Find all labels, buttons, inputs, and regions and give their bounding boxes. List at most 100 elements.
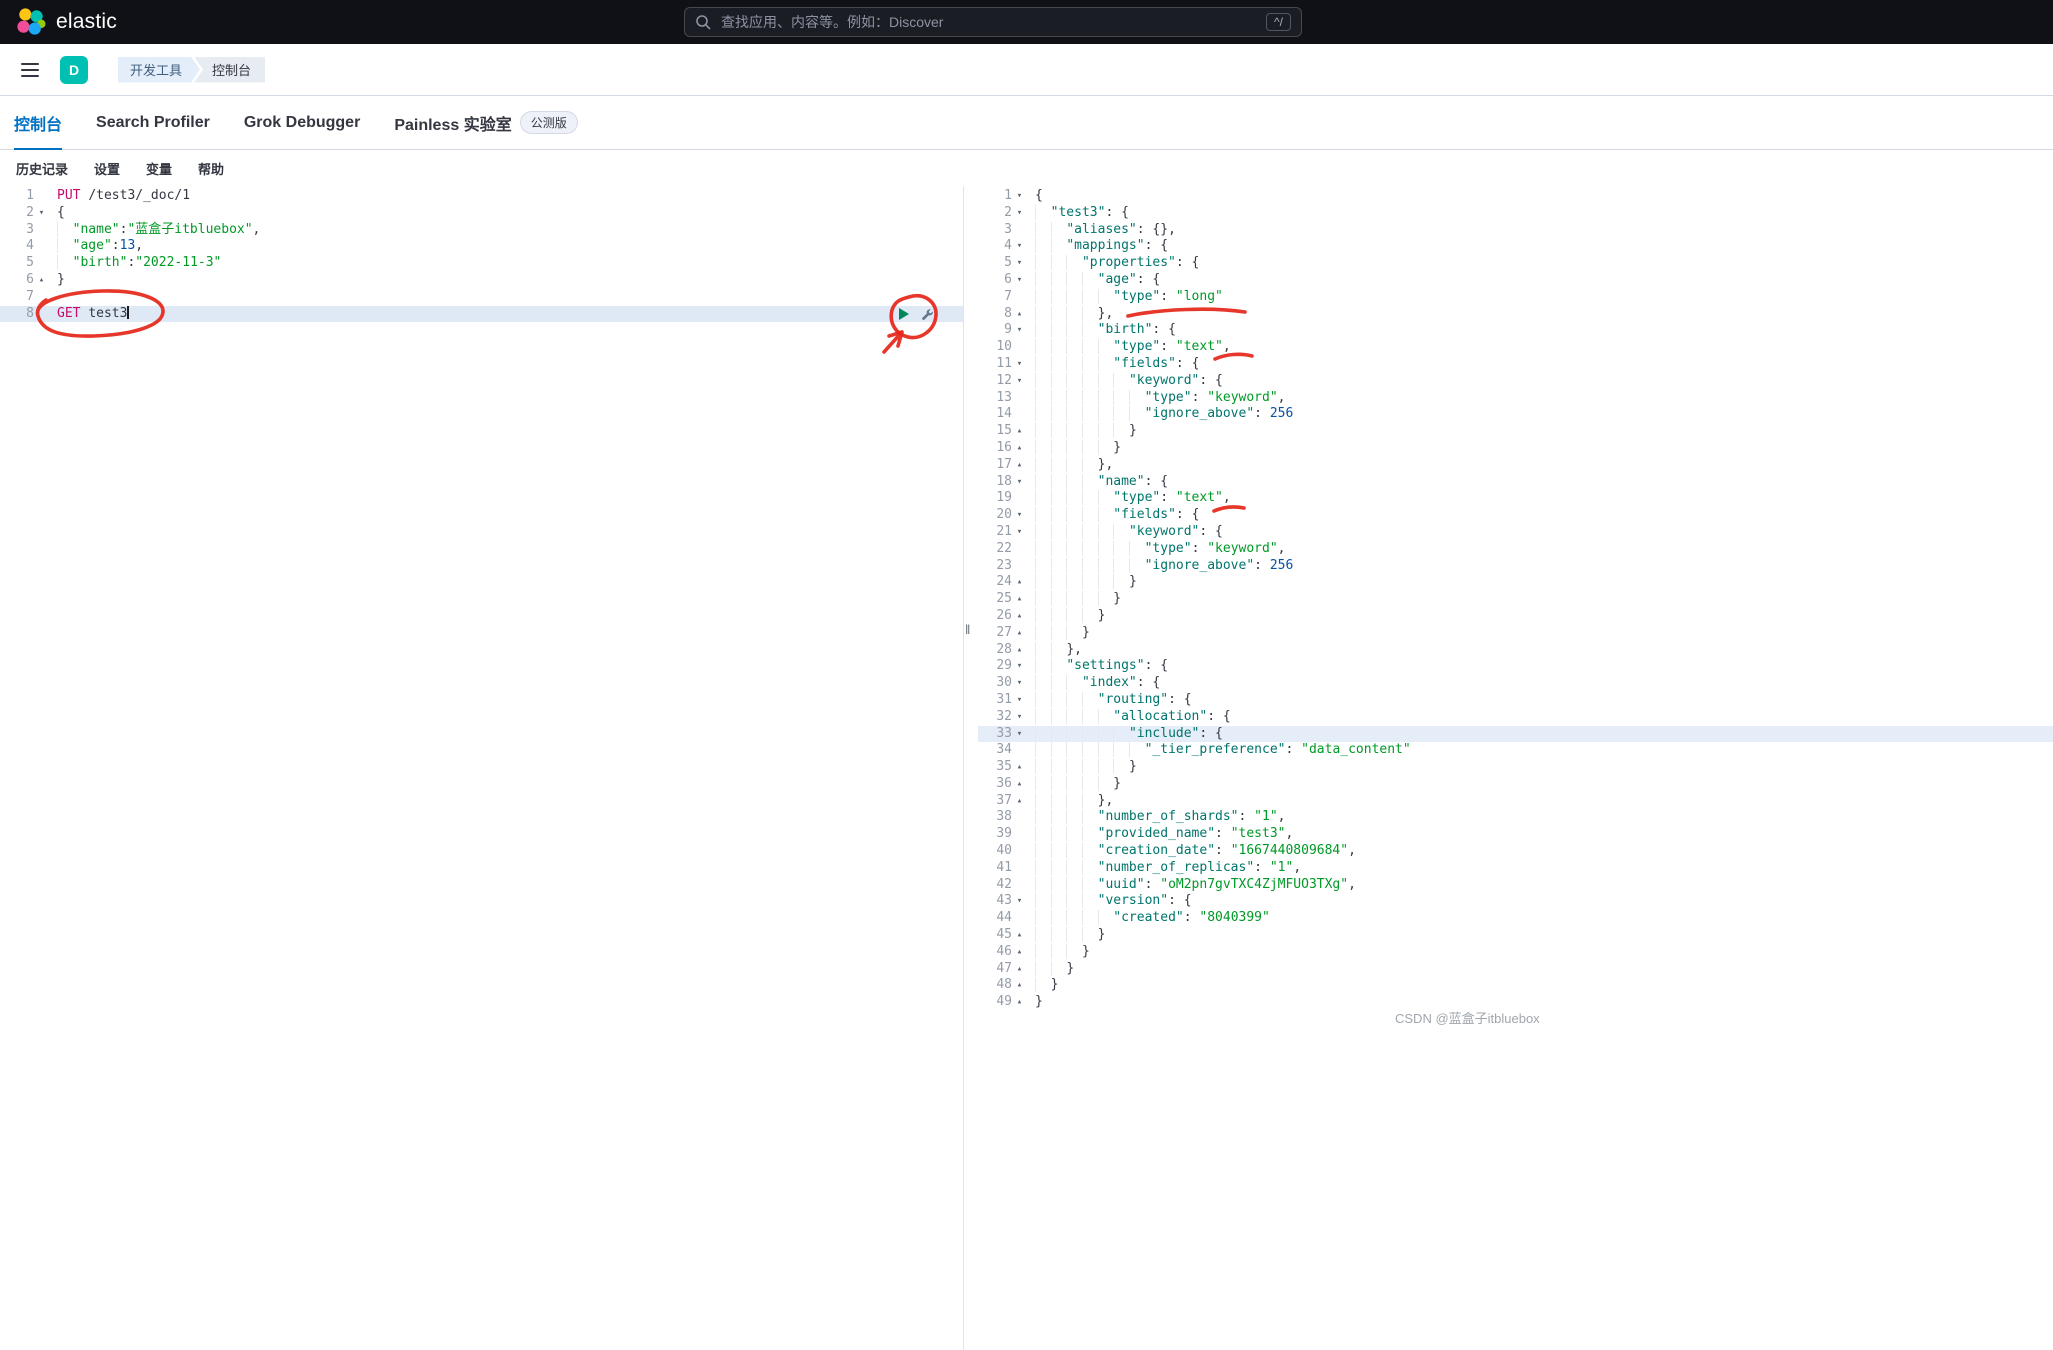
panel-resizer[interactable]: ‖	[963, 186, 978, 1350]
output-line-45[interactable]: 45▴ }	[978, 927, 2053, 944]
tab-painless-lab[interactable]: Painless 实验室公测版	[394, 96, 577, 149]
output-line-28[interactable]: 28▴ },	[978, 642, 2053, 659]
fold-toggle-icon[interactable]: ▾	[34, 205, 49, 222]
output-line-9[interactable]: 9▾ "birth": {	[978, 322, 2053, 339]
fold-toggle-icon[interactable]: ▴	[1012, 944, 1027, 961]
send-request-button[interactable]	[898, 307, 910, 321]
editor-line-3[interactable]: 3 "name":"蓝盒子itbluebox",	[0, 222, 963, 239]
output-line-31[interactable]: 31▾ "routing": {	[978, 692, 2053, 709]
console-menu-variables[interactable]: 变量	[146, 159, 172, 178]
output-line-47[interactable]: 47▴ }	[978, 961, 2053, 978]
tab-console[interactable]: 控制台	[14, 96, 62, 149]
editor-line-7[interactable]: 7	[0, 289, 963, 306]
editor-line-1[interactable]: 1PUT /test3/_doc/1	[0, 188, 963, 205]
breadcrumb-console[interactable]: 控制台	[194, 57, 265, 83]
output-line-12[interactable]: 12▾ "keyword": {	[978, 373, 2053, 390]
output-line-27[interactable]: 27▴ }	[978, 625, 2053, 642]
output-line-24[interactable]: 24▴ }	[978, 574, 2053, 591]
console-menu-help[interactable]: 帮助	[198, 159, 224, 178]
fold-toggle-icon[interactable]: ▴	[1012, 625, 1027, 642]
tab-search-profiler[interactable]: Search Profiler	[96, 96, 210, 149]
fold-toggle-icon[interactable]: ▴	[1012, 927, 1027, 944]
output-line-22[interactable]: 22 "type": "keyword",	[978, 541, 2053, 558]
output-line-21[interactable]: 21▾ "keyword": {	[978, 524, 2053, 541]
output-line-5[interactable]: 5▾ "properties": {	[978, 255, 2053, 272]
output-line-42[interactable]: 42 "uuid": "oM2pn7gvTXC4ZjMFUO3TXg",	[978, 877, 2053, 894]
fold-toggle-icon[interactable]: ▴	[1012, 994, 1027, 1011]
fold-toggle-icon[interactable]: ▴	[1012, 440, 1027, 457]
fold-toggle-icon[interactable]: ▴	[1012, 574, 1027, 591]
fold-toggle-icon[interactable]: ▾	[1012, 692, 1027, 709]
output-line-8[interactable]: 8▴ },	[978, 306, 2053, 323]
elastic-logo[interactable]: elastic	[16, 7, 117, 37]
output-line-23[interactable]: 23 "ignore_above": 256	[978, 558, 2053, 575]
response-output[interactable]: 1▾{2▾ "test3": {3 "aliases": {},4▾ "mapp…	[978, 186, 2053, 1350]
fold-toggle-icon[interactable]: ▾	[1012, 238, 1027, 255]
output-line-41[interactable]: 41 "number_of_replicas": "1",	[978, 860, 2053, 877]
output-line-37[interactable]: 37▴ },	[978, 793, 2053, 810]
output-line-26[interactable]: 26▴ }	[978, 608, 2053, 625]
output-line-30[interactable]: 30▾ "index": {	[978, 675, 2053, 692]
fold-toggle-icon[interactable]: ▴	[1012, 759, 1027, 776]
fold-toggle-icon[interactable]: ▾	[1012, 726, 1027, 743]
output-line-39[interactable]: 39 "provided_name": "test3",	[978, 826, 2053, 843]
fold-toggle-icon[interactable]: ▾	[1012, 675, 1027, 692]
output-line-2[interactable]: 2▾ "test3": {	[978, 205, 2053, 222]
output-line-4[interactable]: 4▾ "mappings": {	[978, 238, 2053, 255]
fold-toggle-icon[interactable]: ▴	[1012, 793, 1027, 810]
editor-line-8[interactable]: 8GET test3	[0, 306, 963, 323]
output-line-35[interactable]: 35▴ }	[978, 759, 2053, 776]
output-line-38[interactable]: 38 "number_of_shards": "1",	[978, 809, 2053, 826]
menu-toggle-button[interactable]	[18, 58, 42, 82]
space-avatar[interactable]: D	[60, 56, 88, 84]
output-line-48[interactable]: 48▴ }	[978, 977, 2053, 994]
output-line-40[interactable]: 40 "creation_date": "1667440809684",	[978, 843, 2053, 860]
fold-toggle-icon[interactable]: ▴	[1012, 642, 1027, 659]
output-line-46[interactable]: 46▴ }	[978, 944, 2053, 961]
fold-toggle-icon[interactable]: ▾	[1012, 272, 1027, 289]
fold-toggle-icon[interactable]: ▴	[34, 272, 49, 289]
output-line-36[interactable]: 36▴ }	[978, 776, 2053, 793]
output-line-3[interactable]: 3 "aliases": {},	[978, 222, 2053, 239]
output-line-1[interactable]: 1▾{	[978, 188, 2053, 205]
output-line-7[interactable]: 7 "type": "long"	[978, 289, 2053, 306]
fold-toggle-icon[interactable]: ▾	[1012, 474, 1027, 491]
request-editor[interactable]: 1PUT /test3/_doc/12▾{3 "name":"蓝盒子itblue…	[0, 186, 963, 1350]
global-search-input[interactable]	[719, 13, 1258, 31]
fold-toggle-icon[interactable]: ▾	[1012, 507, 1027, 524]
fold-toggle-icon[interactable]: ▴	[1012, 776, 1027, 793]
fold-toggle-icon[interactable]: ▾	[1012, 658, 1027, 675]
fold-toggle-icon[interactable]: ▾	[1012, 709, 1027, 726]
fold-toggle-icon[interactable]: ▴	[1012, 457, 1027, 474]
fold-toggle-icon[interactable]: ▴	[1012, 961, 1027, 978]
tab-grok-debugger[interactable]: Grok Debugger	[244, 96, 360, 149]
fold-toggle-icon[interactable]: ▴	[1012, 591, 1027, 608]
output-line-15[interactable]: 15▴ }	[978, 423, 2053, 440]
console-menu-history[interactable]: 历史记录	[16, 159, 68, 178]
output-line-25[interactable]: 25▴ }	[978, 591, 2053, 608]
output-line-32[interactable]: 32▾ "allocation": {	[978, 709, 2053, 726]
fold-toggle-icon[interactable]: ▾	[1012, 188, 1027, 205]
output-line-43[interactable]: 43▾ "version": {	[978, 893, 2053, 910]
fold-toggle-icon[interactable]: ▾	[1012, 373, 1027, 390]
editor-line-4[interactable]: 4 "age":13,	[0, 238, 963, 255]
output-line-17[interactable]: 17▴ },	[978, 457, 2053, 474]
output-line-20[interactable]: 20▾ "fields": {	[978, 507, 2053, 524]
output-line-44[interactable]: 44 "created": "8040399"	[978, 910, 2053, 927]
console-menu-settings[interactable]: 设置	[94, 159, 120, 178]
output-line-33[interactable]: 33▾ "include": {	[978, 726, 2053, 743]
editor-line-6[interactable]: 6▴}	[0, 272, 963, 289]
output-line-16[interactable]: 16▴ }	[978, 440, 2053, 457]
output-line-18[interactable]: 18▾ "name": {	[978, 474, 2053, 491]
output-line-29[interactable]: 29▾ "settings": {	[978, 658, 2053, 675]
output-line-6[interactable]: 6▾ "age": {	[978, 272, 2053, 289]
fold-toggle-icon[interactable]: ▾	[1012, 893, 1027, 910]
fold-toggle-icon[interactable]: ▾	[1012, 255, 1027, 272]
output-line-19[interactable]: 19 "type": "text",	[978, 490, 2053, 507]
fold-toggle-icon[interactable]: ▾	[1012, 205, 1027, 222]
output-line-10[interactable]: 10 "type": "text",	[978, 339, 2053, 356]
request-options-button[interactable]	[920, 307, 935, 322]
output-line-11[interactable]: 11▾ "fields": {	[978, 356, 2053, 373]
global-search[interactable]: ^/	[684, 7, 1302, 37]
fold-toggle-icon[interactable]: ▾	[1012, 524, 1027, 541]
